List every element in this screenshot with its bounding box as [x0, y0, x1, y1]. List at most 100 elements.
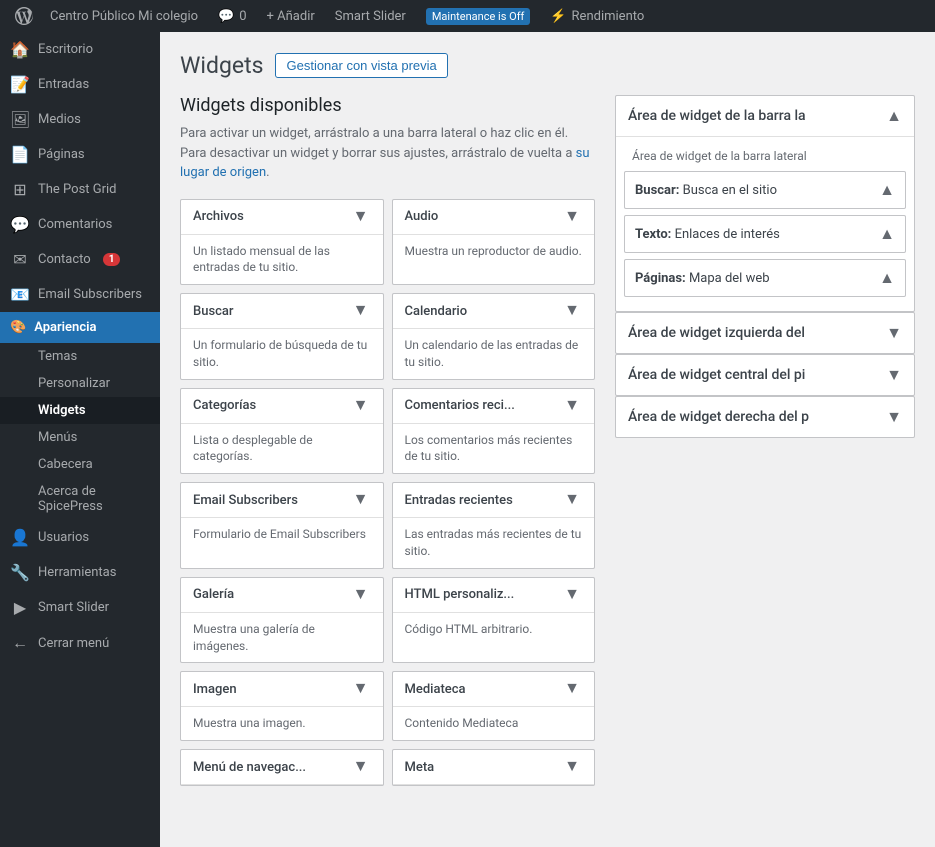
widget-grid: Archivos ▼ Un listado mensual de las ent…	[180, 199, 595, 787]
widget-categorias[interactable]: Categorías ▼ Lista o desplegable de cate…	[180, 388, 384, 475]
widget-mediateca-toggle[interactable]: ▼	[562, 680, 582, 698]
widget-email-subscribers[interactable]: Email Subscribers ▼ Formulario de Email …	[180, 482, 384, 569]
origin-link[interactable]: su lugar de origen	[180, 146, 590, 181]
menu-usuarios[interactable]: 👤 Usuarios	[0, 520, 160, 555]
users-icon: 👤	[10, 528, 30, 547]
contact-icon: ✉	[10, 250, 30, 269]
sidebar-widget-texto[interactable]: Texto: Enlaces de interés ▲	[624, 215, 906, 253]
sidebar-widget-paginas-toggle: ▲	[879, 268, 895, 288]
widget-buscar-toggle[interactable]: ▼	[351, 302, 371, 320]
widget-comentarios-toggle[interactable]: ▼	[562, 397, 582, 415]
menu-smart-slider[interactable]: ▶ Smart Slider	[0, 590, 160, 625]
submenu-personalizar[interactable]: Personalizar	[0, 370, 160, 397]
sidebar-widget-texto-toggle: ▲	[879, 224, 895, 244]
posts-icon: 📝	[10, 75, 30, 94]
widget-buscar[interactable]: Buscar ▼ Un formulario de búsqueda de tu…	[180, 293, 384, 380]
menu-herramientas[interactable]: 🔧 Herramientas	[0, 555, 160, 590]
submenu-temas[interactable]: Temas	[0, 343, 160, 370]
widget-email-toggle[interactable]: ▼	[351, 491, 371, 509]
widget-archivos-toggle[interactable]: ▼	[351, 208, 371, 226]
sidebar-area-1-header[interactable]: Área de widget de la barra la ▲	[616, 96, 914, 136]
comments-icon: 💬	[218, 9, 234, 24]
menu-apariencia[interactable]: 🎨 Apariencia	[0, 312, 160, 343]
widget-menu[interactable]: Menú de navegac... ▼	[180, 749, 384, 786]
grid-icon: ⊞	[10, 180, 30, 199]
menu-entradas[interactable]: 📝 Entradas	[0, 67, 160, 102]
widget-mediateca[interactable]: Mediateca ▼ Contenido Mediateca	[392, 671, 596, 741]
widget-archivos[interactable]: Archivos ▼ Un listado mensual de las ent…	[180, 199, 384, 286]
area2-toggle-icon: ▼	[886, 323, 902, 343]
menu-escritorio[interactable]: 🏠 Escritorio	[0, 32, 160, 67]
widget-calendario[interactable]: Calendario ▼ Un calendario de las entrad…	[392, 293, 596, 380]
widget-entradas-recientes[interactable]: Entradas recientes ▼ Las entradas más re…	[392, 482, 596, 569]
wp-logo[interactable]	[10, 0, 38, 32]
sidebar-area-3: Área de widget central del pi ▼	[615, 354, 915, 396]
submenu-widgets[interactable]: Widgets	[0, 397, 160, 424]
submenu-menus[interactable]: Menús	[0, 424, 160, 451]
widget-entradas-toggle[interactable]: ▼	[562, 491, 582, 509]
dashboard-icon: 🏠	[10, 40, 30, 59]
sidebar-area-4: Área de widget derecha del p ▼	[615, 396, 915, 438]
contacto-badge: 1	[103, 253, 121, 266]
page-header: Widgets Gestionar con vista previa	[180, 52, 915, 79]
widget-meta-toggle[interactable]: ▼	[562, 758, 582, 776]
widget-comentarios[interactable]: Comentarios reci... ▼ Los comentarios má…	[392, 388, 596, 475]
admin-bar: Centro Público Mi colegio 💬 0 + Añadir S…	[0, 0, 935, 32]
available-widgets-title: Widgets disponibles	[180, 95, 595, 116]
pages-icon: 📄	[10, 145, 30, 164]
comments-menu[interactable]: 💬 0	[210, 0, 255, 32]
admin-menu: 🏠 Escritorio 📝 Entradas 🖼 Medios 📄 Págin…	[0, 32, 160, 847]
performance-icon: ⚡	[550, 9, 566, 24]
tools-icon: 🔧	[10, 563, 30, 582]
performance-bar[interactable]: ⚡ Rendimiento	[542, 0, 652, 32]
widget-calendario-toggle[interactable]: ▼	[562, 302, 582, 320]
area4-toggle-icon: ▼	[886, 407, 902, 427]
menu-contacto[interactable]: ✉ Contacto 1	[0, 242, 160, 277]
widget-imagen[interactable]: Imagen ▼ Muestra una imagen.	[180, 671, 384, 741]
main-content: Widgets Gestionar con vista previa Widge…	[160, 32, 935, 847]
widget-html-toggle[interactable]: ▼	[562, 586, 582, 604]
widget-galeria-toggle[interactable]: ▼	[351, 586, 371, 604]
smart-slider-icon: ▶	[10, 598, 30, 617]
menu-the-post-grid[interactable]: ⊞ The Post Grid	[0, 172, 160, 207]
sidebar-area-3-header[interactable]: Área de widget central del pi ▼	[616, 355, 914, 395]
widget-menu-toggle[interactable]: ▼	[351, 758, 371, 776]
menu-paginas[interactable]: 📄 Páginas	[0, 137, 160, 172]
submenu-cabecera[interactable]: Cabecera	[0, 451, 160, 478]
comments-menu-icon: 💬	[10, 215, 30, 234]
menu-cerrar[interactable]: ← Cerrar menú	[0, 625, 160, 661]
maintenance-bar[interactable]: Maintenance is Off	[418, 0, 539, 32]
smart-slider-bar[interactable]: Smart Slider	[327, 0, 414, 32]
available-widgets-desc: Para activar un widget, arrástralo a una…	[180, 124, 595, 183]
sidebar-area-2: Área de widget izquierda del ▼	[615, 312, 915, 354]
menu-email-subscribers[interactable]: 📧 Email Subscribers	[0, 277, 160, 312]
widget-audio[interactable]: Audio ▼ Muestra un reproductor de audio.	[392, 199, 596, 286]
widget-galeria[interactable]: Galería ▼ Muestra una galería de imágene…	[180, 577, 384, 664]
widget-html[interactable]: HTML personaliz... ▼ Código HTML arbitra…	[392, 577, 596, 664]
sidebar-widget-buscar[interactable]: Buscar: Busca en el sitio ▲	[624, 171, 906, 209]
sidebar-area-1-content: Área de widget de la barra lateral Busca…	[616, 136, 914, 311]
sidebar-area-4-header[interactable]: Área de widget derecha del p ▼	[616, 397, 914, 437]
close-menu-icon: ←	[10, 633, 30, 653]
add-new[interactable]: + Añadir	[259, 0, 323, 32]
sidebar-widget-buscar-toggle: ▲	[879, 180, 895, 200]
widget-imagen-toggle[interactable]: ▼	[351, 680, 371, 698]
email-subscribers-icon: 📧	[10, 285, 30, 304]
site-name[interactable]: Centro Público Mi colegio	[42, 0, 206, 32]
widget-categorias-toggle[interactable]: ▼	[351, 397, 371, 415]
media-icon: 🖼	[10, 110, 30, 129]
sidebar-area-2-header[interactable]: Área de widget izquierda del ▼	[616, 313, 914, 353]
sidebar-widget-paginas[interactable]: Páginas: Mapa del web ▲	[624, 259, 906, 297]
sidebar-areas: Área de widget de la barra la ▲ Área de …	[615, 95, 915, 786]
area3-toggle-icon: ▼	[886, 365, 902, 385]
menu-medios[interactable]: 🖼 Medios	[0, 102, 160, 137]
apariencia-icon: 🎨	[10, 320, 26, 335]
menu-comentarios[interactable]: 💬 Comentarios	[0, 207, 160, 242]
manage-preview-button[interactable]: Gestionar con vista previa	[275, 53, 447, 78]
sidebar-area-1: Área de widget de la barra la ▲ Área de …	[615, 95, 915, 312]
submenu-acerca[interactable]: Acerca de SpicePress	[0, 478, 160, 520]
widget-meta[interactable]: Meta ▼	[392, 749, 596, 786]
area1-toggle-icon: ▲	[886, 106, 902, 126]
page-title: Widgets	[180, 52, 263, 79]
widget-audio-toggle[interactable]: ▼	[562, 208, 582, 226]
